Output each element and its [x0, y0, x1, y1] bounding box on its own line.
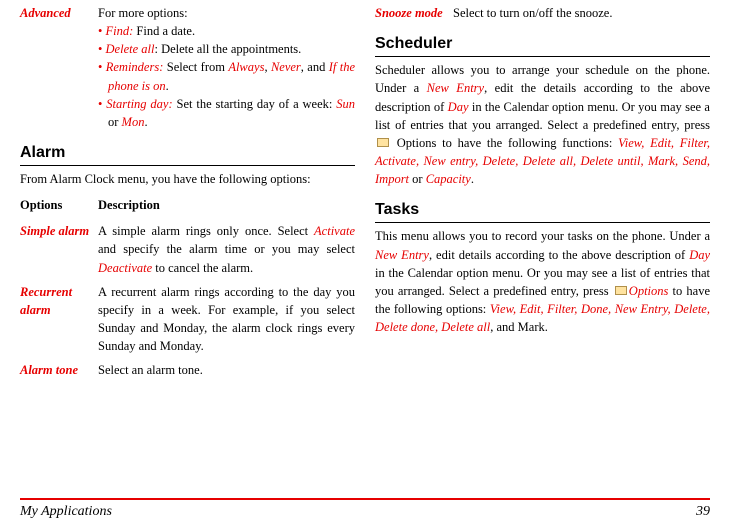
start-sun: Sun — [336, 97, 355, 111]
alarm-tone-desc: Select an alarm tone. — [98, 361, 355, 379]
tk-options: Options — [629, 284, 669, 298]
sc-t4: Options to have the following functions: — [391, 136, 618, 150]
sc-period: . — [471, 172, 474, 186]
deleteall-key: Delete all — [106, 42, 155, 56]
rem-and: , and — [301, 60, 329, 74]
snooze-desc: Select to turn on/off the snooze. — [453, 4, 710, 22]
options-table-header: Options Description — [20, 196, 355, 214]
start-mon: Mon — [122, 115, 145, 129]
start-mid: Set the starting day of a week: — [173, 97, 337, 111]
tk-newentry: New Entry — [375, 248, 429, 262]
rem-mid1: Select from — [163, 60, 228, 74]
snooze-label: Snooze mode — [375, 4, 453, 22]
rem-always: Always — [228, 60, 264, 74]
bullet-deleteall: Delete all: Delete all the appointments. — [98, 40, 355, 58]
simple-alarm-label: Simple alarm — [20, 222, 98, 276]
footer-page: 39 — [696, 504, 710, 520]
start-p: . — [144, 115, 147, 129]
sc-day: Day — [448, 100, 469, 114]
bullet-find: Find: Find a date. — [98, 22, 355, 40]
scheduler-heading: Scheduler — [375, 32, 710, 57]
tk-t1: This menu allows you to record your task… — [375, 229, 710, 243]
tk-t2: , edit details according to the above de… — [429, 248, 689, 262]
sa-activate: Activate — [314, 224, 355, 238]
th-options: Options — [20, 196, 98, 214]
page-footer: My Applications 39 — [20, 498, 710, 520]
deleteall-rest: : Delete all the appointments. — [154, 42, 301, 56]
advanced-desc: For more options: Find: Find a date. Del… — [98, 4, 355, 131]
scheduler-para: Scheduler allows you to arrange your sch… — [375, 61, 710, 188]
rem-never: Never — [271, 60, 301, 74]
bullet-reminders: Reminders: Select from Always, Never, an… — [98, 58, 355, 94]
sa-deactivate: Deactivate — [98, 261, 152, 275]
bullet-starting: Starting day: Set the starting day of a … — [98, 95, 355, 131]
th-description: Description — [98, 196, 160, 214]
tk-day: Day — [689, 248, 710, 262]
find-key: Find: — [106, 24, 134, 38]
tk-t5: , and Mark. — [490, 320, 548, 334]
tasks-heading: Tasks — [375, 198, 710, 223]
start-or: or — [108, 115, 122, 129]
options-softkey-icon — [615, 286, 627, 295]
sa-t2: and specify the alarm time or you may se… — [98, 242, 355, 256]
footer-title: My Applications — [20, 504, 112, 520]
advanced-label: Advanced — [20, 4, 98, 131]
recurrent-alarm-desc: A recurrent alarm rings according to the… — [98, 283, 355, 356]
sa-t3: to cancel the alarm. — [152, 261, 253, 275]
tasks-para: This menu allows you to record your task… — [375, 227, 710, 336]
start-key: Starting day: — [106, 97, 172, 111]
alarm-intro: From Alarm Clock menu, you have the foll… — [20, 170, 355, 188]
recurrent-alarm-label: Recurrent alarm — [20, 283, 98, 356]
simple-alarm-desc: A simple alarm rings only once. Select A… — [98, 222, 355, 276]
find-rest: Find a date. — [133, 24, 195, 38]
alarm-tone-label: Alarm tone — [20, 361, 98, 379]
sc-newentry: New Entry — [427, 81, 484, 95]
sc-or: or — [409, 172, 426, 186]
advanced-intro: For more options: — [98, 6, 188, 20]
rem-p: . — [166, 79, 169, 93]
rem-key: Reminders: — [106, 60, 164, 74]
options-softkey-icon — [377, 138, 389, 147]
sc-capacity: Capacity — [426, 172, 471, 186]
alarm-heading: Alarm — [20, 141, 355, 166]
sa-t1: A simple alarm rings only once. Select — [98, 224, 314, 238]
